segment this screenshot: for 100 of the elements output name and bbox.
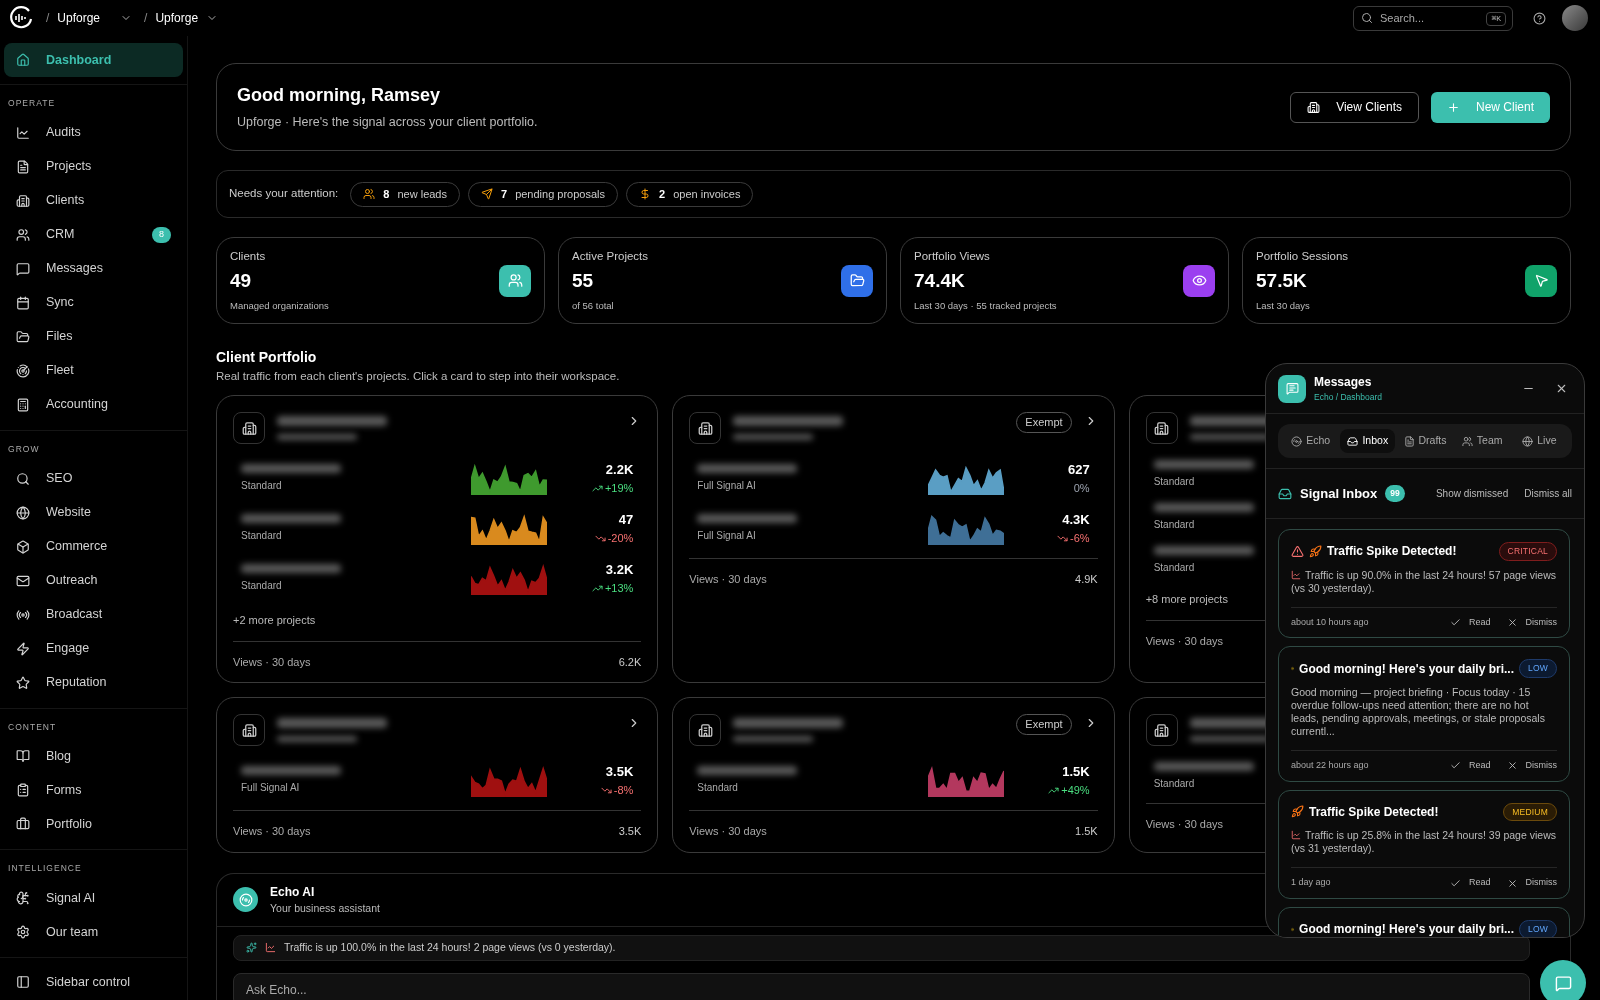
sidebar-item[interactable]: Forms (4, 773, 183, 808)
attention-label: Needs your attention: (229, 186, 339, 202)
sidebar-item[interactable]: Reputation (4, 665, 183, 700)
read-button[interactable]: Read (1450, 615, 1491, 630)
avatar[interactable] (1562, 5, 1588, 31)
severity-badge: MEDIUM (1503, 802, 1557, 822)
notification-card[interactable]: Traffic Spike Detected! CRITICAL Traffic is up 90.0% in the last 24 hours! 57 page views (vs 30 yesterday). about 10 hours ago Read Dismiss (1278, 529, 1570, 639)
sidebar-item[interactable]: Blog (4, 739, 183, 774)
panel-title: Messages (1314, 374, 1373, 392)
chat-button[interactable] (1540, 960, 1586, 1000)
building-icon (1307, 100, 1321, 114)
check-icon (1450, 617, 1461, 628)
close-icon (1506, 760, 1518, 772)
shortcut-key: ⌘K (1486, 11, 1506, 26)
plus-icon (1446, 100, 1460, 114)
chart-icon (1291, 830, 1301, 841)
breadcrumb-link[interactable]: Upforge (155, 9, 199, 27)
sidebar-item[interactable]: Portfolio (4, 807, 183, 842)
people-icon (1461, 435, 1473, 447)
sidebar-item[interactable]: Fleet (4, 353, 183, 388)
panel-breadcrumb: Echo / Dashboard (1314, 391, 1384, 404)
panel-tab[interactable]: Live (1511, 429, 1567, 453)
sidebar-item[interactable]: Messages (4, 251, 183, 286)
calendar-icon (16, 295, 30, 310)
plan-label: Standard (241, 578, 282, 593)
notification-card[interactable]: Traffic Spike Detected! MEDIUM Traffic is up 25.8% in the last 24 hours! 39 page views (vs 31 yesterday). 1 day ago Read Dismiss (1278, 789, 1570, 899)
notification-title: Good morning! Here's your daily bri... (1299, 921, 1514, 937)
sidebar-item[interactable]: Broadcast (4, 597, 183, 632)
footer-label: Views · 30 days (1145, 817, 1224, 833)
view-clients-button[interactable]: View Clients (1290, 91, 1419, 123)
star-icon (16, 675, 30, 690)
sidebar-item[interactable]: CRM 8 (4, 217, 183, 252)
panel-tab[interactable]: Echo (1283, 429, 1339, 453)
notification-title: Good morning! Here's your daily bri... (1299, 660, 1514, 678)
view-count: 2.2K (605, 461, 634, 480)
plan-label: Standard (1153, 518, 1195, 533)
breadcrumb-separator: / (46, 10, 50, 27)
client-card[interactable]: Exempt Full Signal AI 627 0% Full Signal AI 4.3K -6% Views · 30 days 4.9K (672, 395, 1115, 684)
client-card[interactable]: Full Signal AI 3.5K -8% Views · 30 days 3.5K (216, 697, 659, 853)
panel-tab[interactable]: Drafts (1397, 429, 1453, 453)
dismiss-button[interactable]: Dismiss (1506, 876, 1557, 890)
change-percent: -6% (1057, 529, 1090, 547)
sidebar-item[interactable]: Website (4, 495, 183, 530)
plan-label: Standard (241, 478, 282, 493)
breadcrumb-link[interactable]: Upforge (57, 9, 101, 27)
sparkles-icon (246, 942, 257, 953)
footer-label: Views · 30 days (1145, 633, 1224, 649)
people-icon (507, 273, 523, 288)
sidebar-item[interactable]: Commerce (4, 529, 183, 564)
book-icon (16, 749, 30, 764)
stat-label: Portfolio Sessions (1256, 249, 1350, 264)
notification-card[interactable]: Good morning! Here's your daily bri... LOW (1278, 906, 1570, 937)
notification-card[interactable] (1278, 646, 1570, 782)
count-badge: 99 (1385, 485, 1405, 502)
client-card[interactable]: Exempt Standard 1.5K +49% Views · 30 days 1.5K (672, 697, 1115, 853)
panel-tab[interactable]: Inbox (1340, 429, 1396, 453)
view-count: 47 (618, 511, 634, 530)
change-percent: +13% (591, 579, 634, 597)
dismiss-button[interactable]: Dismiss (1506, 759, 1557, 773)
read-button[interactable]: Read (1450, 876, 1491, 890)
dismiss-button[interactable]: Dismiss (1506, 615, 1557, 630)
sidebar-item[interactable]: Outreach (4, 563, 183, 598)
ask-echo-field[interactable]: Ask Echo... (233, 972, 1530, 1000)
sidebar-item[interactable]: Signal AI (4, 881, 183, 915)
severity-badge: LOW (1519, 919, 1557, 937)
sidebar-item[interactable]: Audits (4, 115, 183, 150)
stat-label: Clients (230, 249, 267, 264)
footer-total: 6.2K (618, 654, 642, 670)
stat-value: 74.4K (914, 269, 966, 294)
sidebar-item[interactable]: Sync (4, 285, 183, 320)
help-icon[interactable] (1533, 11, 1546, 25)
panel-tab[interactable]: Team (1454, 429, 1510, 453)
sidebar-item[interactable]: Our team (4, 915, 183, 949)
sidebar-item[interactable]: Projects (4, 149, 183, 184)
notification-time: 1 day ago (1291, 876, 1332, 890)
clipboard-icon (16, 783, 30, 798)
more-projects-link[interactable]: +2 more projects (233, 612, 316, 629)
plan-label: Standard (241, 528, 282, 543)
notification-body: Good morning — project briefing · Focus today · 15 overdue follow-ups need attention; there are no hot leads, pending approvals, meetings, or stale proposals currentl... (1291, 686, 1546, 738)
sidebar-control[interactable]: Sidebar control (4, 966, 183, 998)
sidebar-item[interactable]: Files (4, 319, 183, 354)
disc-icon (1291, 435, 1303, 447)
building-icon (16, 193, 30, 208)
close-icon[interactable] (1555, 382, 1568, 395)
sidebar-item[interactable]: SEO (4, 461, 183, 496)
sidebar-item[interactable]: Clients (4, 183, 183, 218)
logo-icon[interactable] (8, 5, 34, 31)
dismiss-all-button[interactable]: Dismiss all (1524, 486, 1572, 501)
briefcase-icon (16, 817, 30, 832)
show-dismissed-button[interactable]: Show dismissed (1435, 486, 1509, 501)
sidebar-item[interactable]: Accounting (4, 387, 183, 422)
more-projects-link[interactable]: +8 more projects (1145, 591, 1228, 608)
sidebar-item[interactable]: Dashboard (4, 43, 183, 77)
read-button[interactable]: Read (1450, 759, 1491, 773)
panel-icon (16, 975, 30, 989)
notification-title: Traffic Spike Detected! (1309, 803, 1440, 821)
folder-icon (16, 329, 30, 344)
notification-title: Traffic Spike Detected! (1327, 543, 1458, 561)
sidebar-item[interactable]: Engage (4, 631, 183, 666)
client-card[interactable]: Standard 2.2K +19% Standard 47 -20% Standard 3.2K +13% +2 more projects Views · 30 days 6.2K (216, 395, 659, 684)
